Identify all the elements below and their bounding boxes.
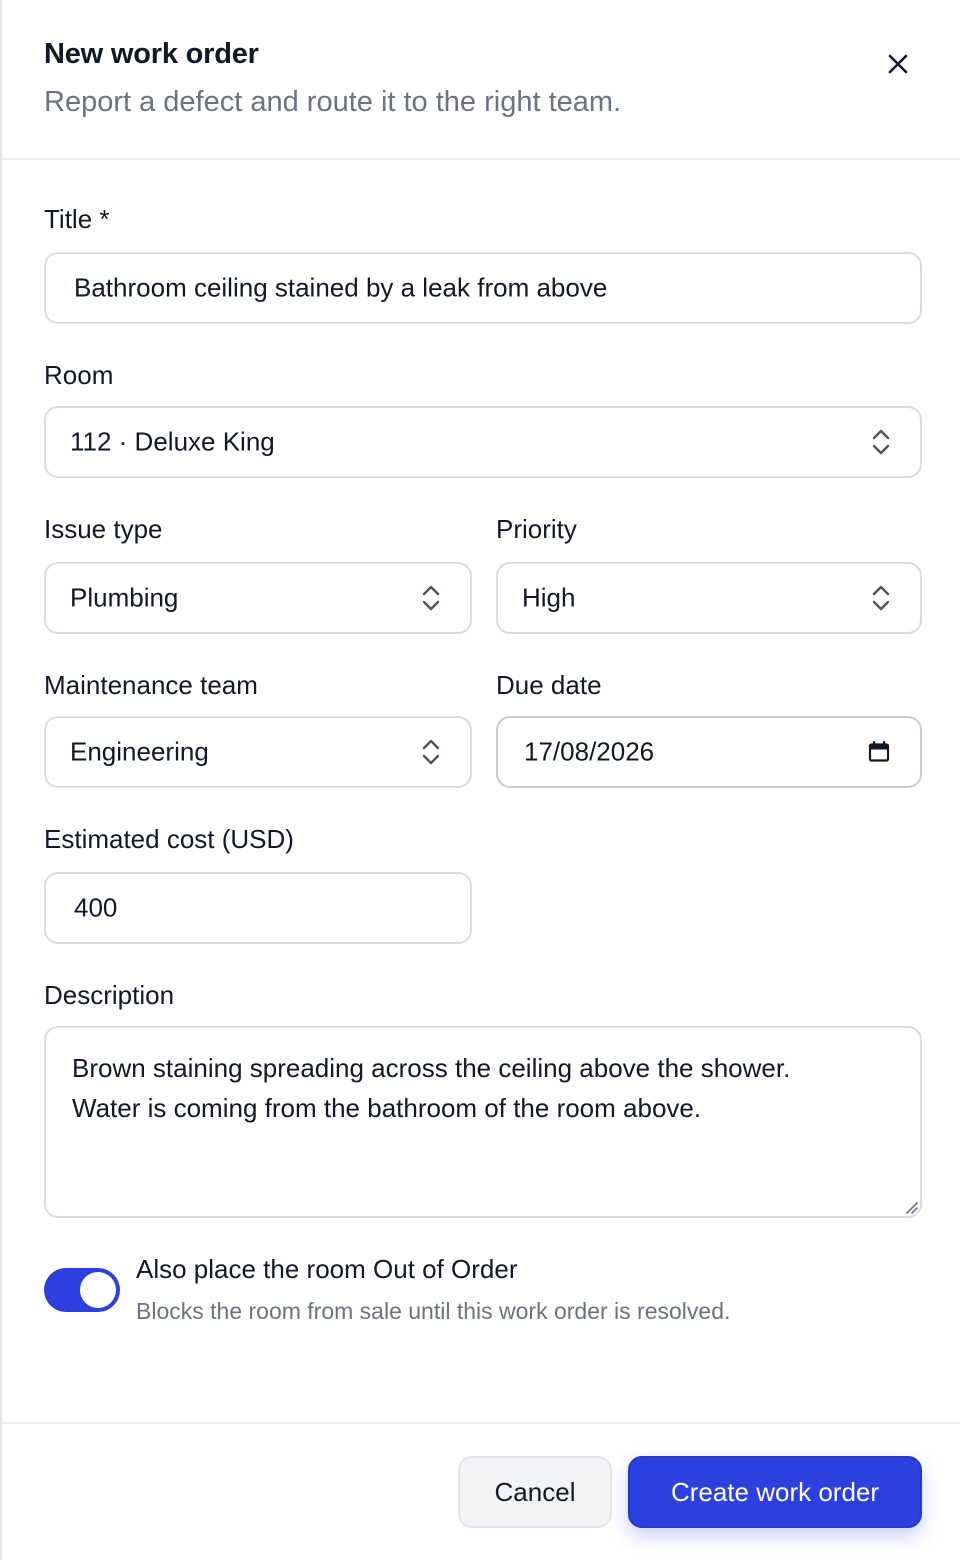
due-date-input[interactable]: 17/08/2026: [496, 716, 922, 788]
out-of-order-help: Blocks the room from sale until this wor…: [136, 1298, 731, 1324]
priority-label: Priority: [496, 514, 577, 544]
priority-select[interactable]: High: [496, 562, 922, 634]
chevron-up-down-icon: [872, 429, 890, 455]
due-date-label: Due date: [496, 670, 602, 700]
create-work-order-button[interactable]: Create work order: [628, 1456, 922, 1528]
calendar-icon[interactable]: [868, 741, 890, 763]
title-input-value: Bathroom ceiling stained by a leak from …: [74, 272, 608, 303]
chevron-up-down-icon: [422, 585, 440, 611]
title-input[interactable]: Bathroom ceiling stained by a leak from …: [44, 252, 922, 324]
chevron-up-down-icon: [422, 739, 440, 765]
description-text: Brown staining spreading across the ceil…: [72, 1048, 902, 1128]
cost-label: Estimated cost (USD): [44, 824, 294, 854]
close-icon: [888, 54, 908, 74]
priority-value: High: [522, 582, 576, 613]
room-select-value: 112 · Deluxe King: [70, 426, 275, 457]
cost-value: 400: [74, 892, 118, 923]
out-of-order-toggle[interactable]: [44, 1268, 120, 1312]
room-select[interactable]: 112 · Deluxe King: [44, 406, 922, 478]
room-label: Room: [44, 360, 114, 390]
issue-type-label: Issue type: [44, 514, 163, 544]
description-label: Description: [44, 980, 175, 1010]
drawer-subtitle: Report a defect and route it to the righ…: [44, 86, 622, 118]
chevron-up-down-icon: [872, 585, 890, 611]
team-label: Maintenance team: [44, 670, 258, 700]
team-select[interactable]: Engineering: [44, 716, 472, 788]
issue-type-value: Plumbing: [70, 582, 179, 613]
drawer-header: New work order Report a defect and route…: [2, 0, 960, 160]
cancel-button[interactable]: Cancel: [458, 1456, 612, 1528]
title-label: Title *: [44, 204, 110, 234]
description-line: Water is coming from the bathroom of the…: [72, 1093, 702, 1123]
drawer-title: New work order: [44, 38, 259, 70]
work-order-drawer: New work order Report a defect and route…: [0, 0, 960, 1560]
cost-input[interactable]: 400: [44, 872, 472, 944]
team-value: Engineering: [70, 736, 209, 767]
close-button[interactable]: [878, 44, 918, 84]
description-textarea[interactable]: Brown staining spreading across the ceil…: [44, 1026, 922, 1218]
due-date-value: 17/08/2026: [524, 736, 655, 767]
issue-type-select[interactable]: Plumbing: [44, 562, 472, 634]
resize-grip-icon[interactable]: [902, 1198, 918, 1214]
toggle-knob: [80, 1272, 116, 1308]
out-of-order-label: Also place the room Out of Order: [136, 1254, 518, 1284]
description-line: Brown staining spreading across the ceil…: [72, 1053, 791, 1083]
